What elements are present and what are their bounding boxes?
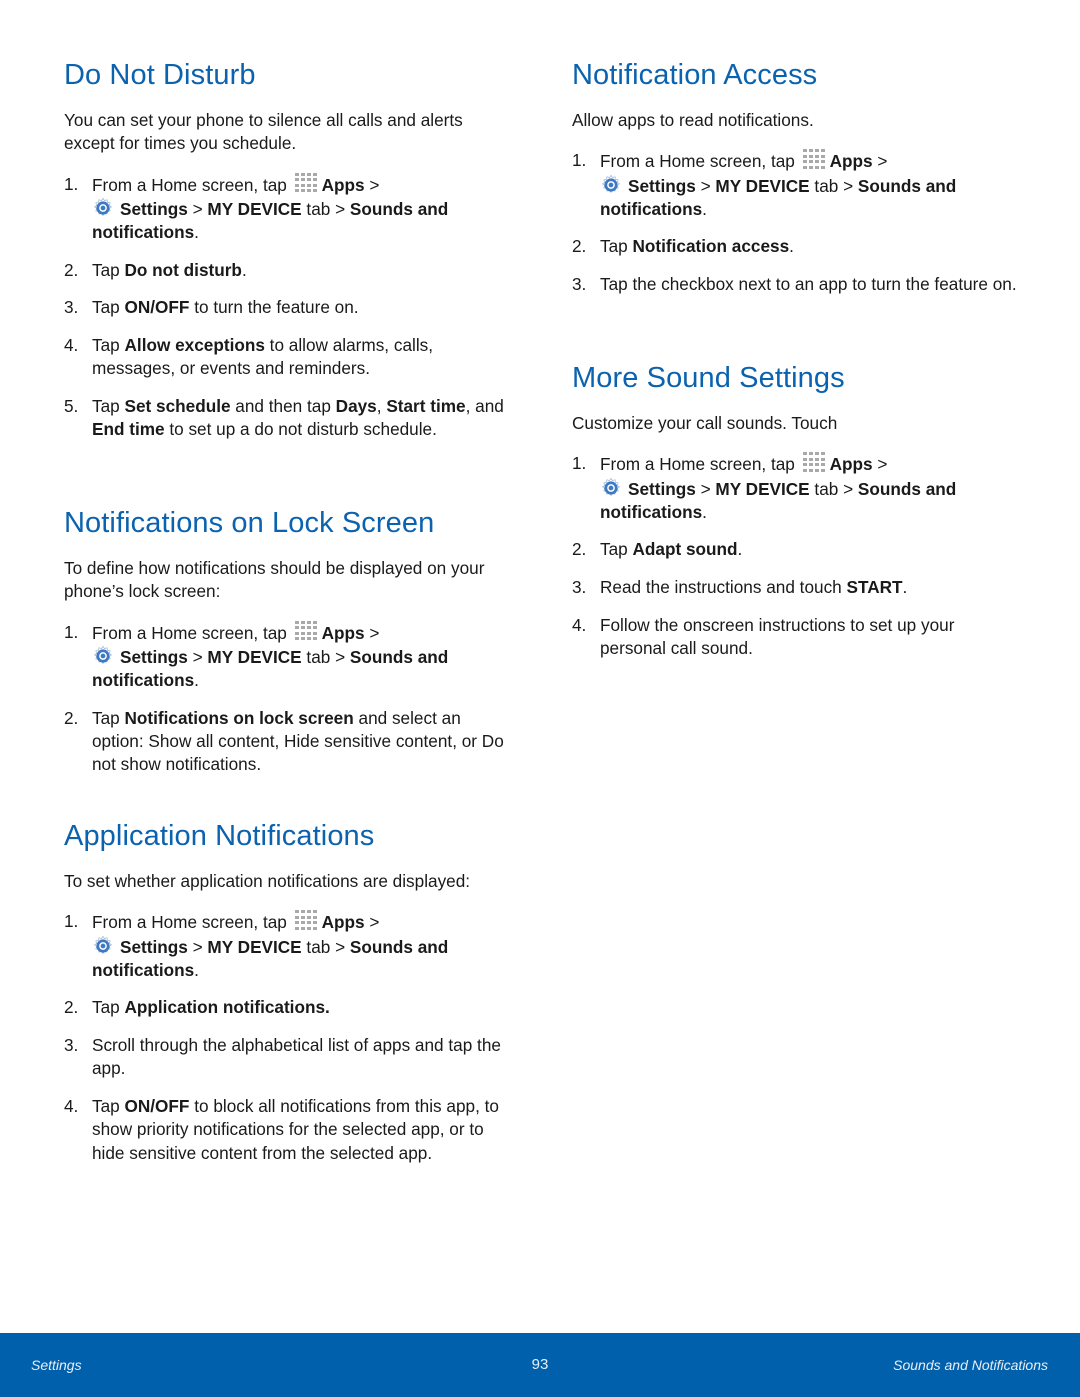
- settings-gear-icon: [601, 477, 621, 496]
- section-intro: To set whether application notifications…: [64, 871, 471, 891]
- step-item: 3. Scroll through the alphabetical list …: [64, 1035, 501, 1079]
- step-item: 3. Read the instructions and touch START…: [572, 577, 908, 598]
- settings-gear-icon: [601, 174, 621, 193]
- step-item: 3. Tap ON/OFF to turn the feature on.: [64, 297, 359, 318]
- settings-gear-icon: [93, 935, 113, 954]
- step-item: 2. Tap Adapt sound.: [572, 539, 743, 560]
- section-title: Do Not Disturb: [64, 59, 256, 91]
- settings-gear-icon: [93, 197, 113, 216]
- steps-list: 1. From a Home screen, tap Apps > Settin…: [64, 910, 509, 1165]
- apps-grid-icon: [802, 149, 826, 171]
- step-item: 2. Tap Do not disturb.: [64, 259, 247, 280]
- step-item: 4. Follow the onscreen instructions to s…: [572, 614, 955, 658]
- step-item: 1. From a Home screen, tap Apps > Settin…: [64, 172, 449, 243]
- section-intro: You can set your phone to silence all ca…: [64, 110, 463, 154]
- page-footer: Settings 93 Sounds and Notifications: [0, 1333, 1080, 1397]
- section-notification-access: Notification Access Allow apps to read n…: [572, 58, 1017, 311]
- step-item: 5. Tap Set schedule and then tap Days, S…: [64, 395, 504, 440]
- step-item: 4. Tap ON/OFF to block all notifications…: [64, 1095, 499, 1163]
- step-item: 1. From a Home screen, tap Apps > Settin…: [64, 620, 449, 691]
- apps-grid-icon: [294, 910, 318, 932]
- step-item: 1. From a Home screen, tap Apps > Settin…: [572, 452, 957, 522]
- step-item: 2. Tap Notifications on lock screen and …: [64, 707, 504, 775]
- section-intro: Customize your call sounds. Touch: [572, 413, 838, 433]
- steps-list: 1. From a Home screen, tap Apps > Settin…: [64, 172, 509, 442]
- apps-grid-icon: [802, 452, 826, 474]
- step-item: 3. Tap the checkbox next to an app to tu…: [572, 274, 1017, 295]
- section-do-not-disturb: Do Not Disturb You can set your phone to…: [64, 58, 509, 456]
- section-intro: To define how notifications should be di…: [64, 558, 485, 602]
- section-notifications-lock-screen: Notifications on Lock Screen To define h…: [64, 506, 509, 791]
- step-item: 1. From a Home screen, tap Apps > Settin…: [572, 149, 957, 219]
- steps-list: 1. From a Home screen, tap Apps > Settin…: [572, 149, 1017, 296]
- steps-list: 1. From a Home screen, tap Apps > Settin…: [64, 620, 509, 777]
- step-item: 2. Tap Notification access.: [572, 236, 794, 257]
- settings-path: From a Home screen, tap Apps > Settings …: [92, 172, 449, 243]
- section-title: Notifications on Lock Screen: [64, 507, 435, 539]
- settings-path: From a Home screen, tap Apps > Settings …: [600, 149, 957, 219]
- step-item: 1. From a Home screen, tap Apps > Settin…: [64, 910, 449, 980]
- section-application-notifications: Application Notifications To set whether…: [64, 819, 509, 1179]
- step-item: 4. Tap Allow exceptions to allow alarms,…: [64, 334, 434, 379]
- section-title: Application Notifications: [64, 820, 375, 852]
- steps-list: 1. From a Home screen, tap Apps > Settin…: [572, 452, 1017, 660]
- step-item: 2. Tap Application notifications.: [64, 997, 330, 1018]
- settings-path: From a Home screen, tap Apps > Settings …: [92, 910, 449, 980]
- settings-gear-icon: [93, 645, 113, 664]
- section-title: Notification Access: [572, 59, 818, 91]
- apps-grid-icon: [294, 620, 318, 642]
- settings-path: From a Home screen, tap Apps > Settings …: [92, 620, 449, 691]
- section-intro: Allow apps to read notifications.: [572, 110, 814, 130]
- settings-path: From a Home screen, tap Apps > Settings …: [600, 452, 957, 522]
- footer-section: Sounds and Notifications: [893, 1357, 1048, 1373]
- section-more-sound-settings: More Sound Settings Customize your call …: [572, 361, 1017, 675]
- section-title: More Sound Settings: [572, 362, 845, 394]
- apps-grid-icon: [294, 172, 318, 194]
